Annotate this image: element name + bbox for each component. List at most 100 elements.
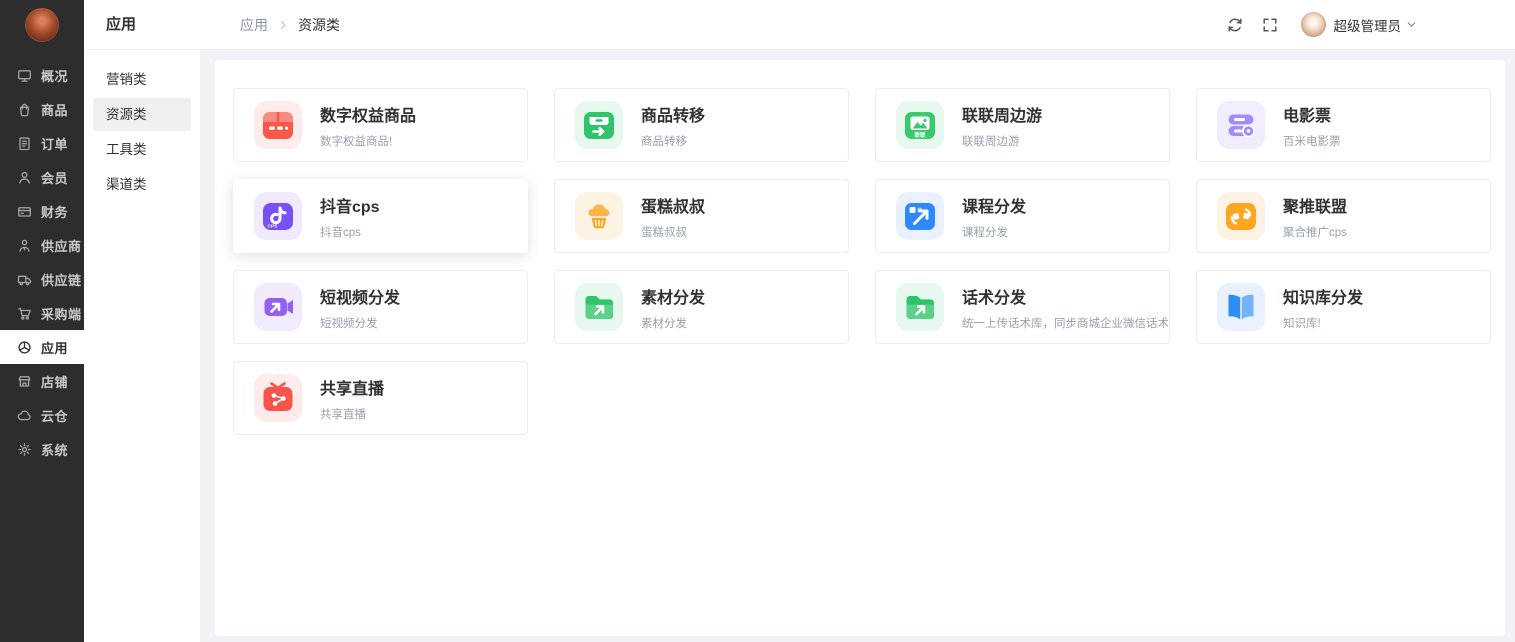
app-card[interactable]: 电影票 百米电影票	[1196, 88, 1491, 162]
primary-nav-item-supply-chain[interactable]: 供应链	[0, 262, 84, 296]
primary-nav-label: 会员	[41, 170, 69, 186]
primary-nav-item-procurement[interactable]: 采购端	[0, 296, 84, 330]
primary-nav-item-members[interactable]: 会员	[0, 160, 84, 194]
refresh-button[interactable]	[1223, 13, 1247, 37]
app-card[interactable]: 知识库分发 知识库!	[1196, 270, 1491, 344]
app-card[interactable]: CPS 抖音cps 抖音cps	[233, 179, 528, 253]
app-card-title: 话术分发	[962, 289, 1027, 307]
app-card-title: 商品转移	[641, 107, 706, 125]
primary-nav-item-shops[interactable]: 店铺	[0, 364, 84, 398]
app-card-title: 聚推联盟	[1283, 198, 1348, 216]
refresh-icon	[1227, 17, 1243, 33]
cart-icon	[17, 306, 32, 321]
app-card-title: 联联周边游	[962, 107, 1043, 125]
primary-nav-label: 供应商	[41, 238, 82, 254]
primary-nav-label: 应用	[41, 340, 69, 356]
primary-nav: 概况 商品 订单 会员 财务 供应商 供应链 采购端 应用 店铺 云仓 系统	[0, 58, 84, 466]
secondary-sidebar-title: 应用	[84, 0, 200, 50]
primary-nav-label: 概况	[41, 68, 69, 84]
folder-share-icon	[896, 283, 944, 331]
user-menu[interactable]: 超级管理员	[1300, 12, 1418, 37]
app-card-title: 数字权益商品	[320, 107, 417, 125]
app-card[interactable]: 素材分发 素材分发	[554, 270, 849, 344]
apps-grid: 数字权益商品 数字权益商品! 商品转移 商品转移 联联 联联周边游 联联周边游 …	[233, 88, 1491, 435]
primary-nav-label: 商品	[41, 102, 69, 118]
primary-nav-item-cloud-warehouse[interactable]: 云仓	[0, 398, 84, 432]
secondary-nav-item-marketing[interactable]: 营销类	[93, 63, 191, 96]
content-area: 数字权益商品 数字权益商品! 商品转移 商品转移 联联 联联周边游 联联周边游 …	[200, 50, 1515, 642]
truck-icon	[17, 272, 32, 287]
primary-nav-item-orders[interactable]: 订单	[0, 126, 84, 160]
folder-share-icon	[575, 283, 623, 331]
app-card-title: 短视频分发	[320, 289, 401, 307]
primary-nav-label: 财务	[41, 204, 69, 220]
app-card-subtitle: 统一上传话术库，同步商城企业微信话术库	[962, 317, 1169, 330]
app-card-subtitle: 联联周边游	[962, 135, 1020, 148]
gear-icon	[17, 442, 32, 457]
app-logo[interactable]	[25, 8, 59, 42]
app-card[interactable]: 蛋糕叔叔 蛋糕叔叔	[554, 179, 849, 253]
primary-nav-item-overview[interactable]: 概况	[0, 58, 84, 92]
secondary-sidebar: 应用 营销类 资源类 工具类 渠道类	[84, 0, 200, 642]
store-icon	[17, 374, 32, 389]
primary-nav-label: 采购端	[41, 306, 82, 322]
primary-nav-item-system[interactable]: 系统	[0, 432, 84, 466]
wallet-icon	[17, 204, 32, 219]
app-card-subtitle: 百米电影票	[1283, 135, 1341, 148]
app-card-title: 知识库分发	[1283, 289, 1364, 307]
svg-text:联联: 联联	[914, 131, 926, 139]
app-card[interactable]: 共享直播 共享直播	[233, 361, 528, 435]
clipboard-icon	[17, 136, 32, 151]
app-card-subtitle: 聚合推广cps	[1283, 226, 1347, 239]
package-icon	[254, 101, 302, 149]
app-card-title: 电影票	[1283, 107, 1332, 125]
app-card-subtitle: 商品转移	[641, 135, 687, 148]
primary-nav-item-suppliers[interactable]: 供应商	[0, 228, 84, 262]
app-card-title: 素材分发	[641, 289, 706, 307]
app-card[interactable]: 数字权益商品 数字权益商品!	[233, 88, 528, 162]
app-card[interactable]: 短视频分发 短视频分发	[233, 270, 528, 344]
union-icon	[1217, 192, 1265, 240]
app-card[interactable]: 课程分发 课程分发	[875, 179, 1170, 253]
user-tie-icon	[17, 238, 32, 253]
transfer-icon	[575, 101, 623, 149]
app-card-subtitle: 短视频分发	[320, 317, 378, 330]
primary-nav-item-goods[interactable]: 商品	[0, 92, 84, 126]
app-card-subtitle: 共享直播	[320, 408, 366, 421]
user-name: 超级管理员	[1333, 18, 1402, 34]
breadcrumb-item-current: 资源类	[298, 16, 340, 33]
topbar-actions: 超级管理员	[1223, 12, 1515, 37]
secondary-nav-item-tools[interactable]: 工具类	[93, 133, 191, 166]
app-card[interactable]: 话术分发 统一上传话术库，同步商城企业微信话术库	[875, 270, 1170, 344]
primary-nav-item-apps[interactable]: 应用	[0, 330, 84, 364]
primary-nav-label: 订单	[41, 136, 69, 152]
primary-sidebar: 概况 商品 订单 会员 财务 供应商 供应链 采购端 应用 店铺 云仓 系统	[0, 0, 84, 642]
course-icon	[896, 192, 944, 240]
svg-text:CPS: CPS	[268, 224, 279, 230]
breadcrumb: 应用 资源类	[240, 15, 340, 35]
primary-nav-label: 供应链	[41, 272, 82, 288]
apps-icon	[17, 340, 32, 355]
app-card-title: 课程分发	[962, 198, 1027, 216]
fullscreen-button[interactable]	[1258, 13, 1282, 37]
app-card-subtitle: 课程分发	[962, 226, 1008, 239]
app-card[interactable]: 聚推联盟 聚合推广cps	[1196, 179, 1491, 253]
secondary-nav-item-channel[interactable]: 渠道类	[93, 168, 191, 201]
chevron-right-icon	[277, 19, 289, 31]
primary-nav-label: 云仓	[41, 408, 69, 424]
avatar	[1300, 12, 1326, 37]
app-card-title: 抖音cps	[320, 198, 380, 216]
cloud-icon	[17, 408, 32, 423]
app-card[interactable]: 商品转移 商品转移	[554, 88, 849, 162]
primary-nav-item-finance[interactable]: 财务	[0, 194, 84, 228]
travel-icon: 联联	[896, 101, 944, 149]
app-card[interactable]: 联联 联联周边游 联联周边游	[875, 88, 1170, 162]
app-card-title: 共享直播	[320, 380, 385, 398]
breadcrumb-item-apps[interactable]: 应用	[240, 15, 268, 35]
secondary-nav: 营销类 资源类 工具类 渠道类	[84, 50, 200, 201]
app-card-subtitle: 数字权益商品!	[320, 135, 393, 148]
app-card-subtitle: 素材分发	[641, 317, 687, 330]
bag-icon	[17, 102, 32, 117]
app-card-title: 蛋糕叔叔	[641, 198, 706, 216]
secondary-nav-item-resource[interactable]: 资源类	[93, 98, 191, 131]
